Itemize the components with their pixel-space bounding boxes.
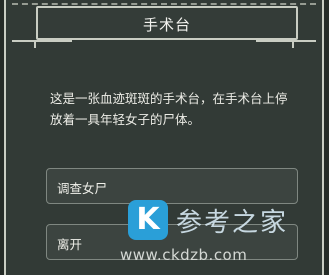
watermark-url: www.ckdzb.com bbox=[120, 246, 248, 264]
dialog-title: 手术台 bbox=[142, 16, 191, 34]
site-watermark: K 参考之家 www.ckdzb.com bbox=[120, 196, 320, 272]
frame-top-border bbox=[12, 3, 316, 5]
game-screen: 手术台 这是一张血迹斑斑的手术台，在手术台上停放着一具年轻女子的尸体。 调查女尸… bbox=[0, 0, 329, 275]
header-divider-right bbox=[256, 40, 316, 42]
watermark-logo-icon: K bbox=[128, 200, 168, 240]
option-label: 调查女尸 bbox=[57, 181, 108, 196]
watermark-name: 参考之家 bbox=[176, 208, 289, 238]
header-tick-right bbox=[292, 40, 294, 48]
header-tick-left bbox=[34, 40, 36, 48]
option-label: 离开 bbox=[57, 237, 83, 252]
dialog-header: 手术台 bbox=[36, 6, 298, 40]
dialog-description: 这是一张血迹斑斑的手术台，在手术台上停放着一具年轻女子的尸体。 bbox=[50, 91, 288, 127]
header-divider-left bbox=[12, 40, 72, 42]
